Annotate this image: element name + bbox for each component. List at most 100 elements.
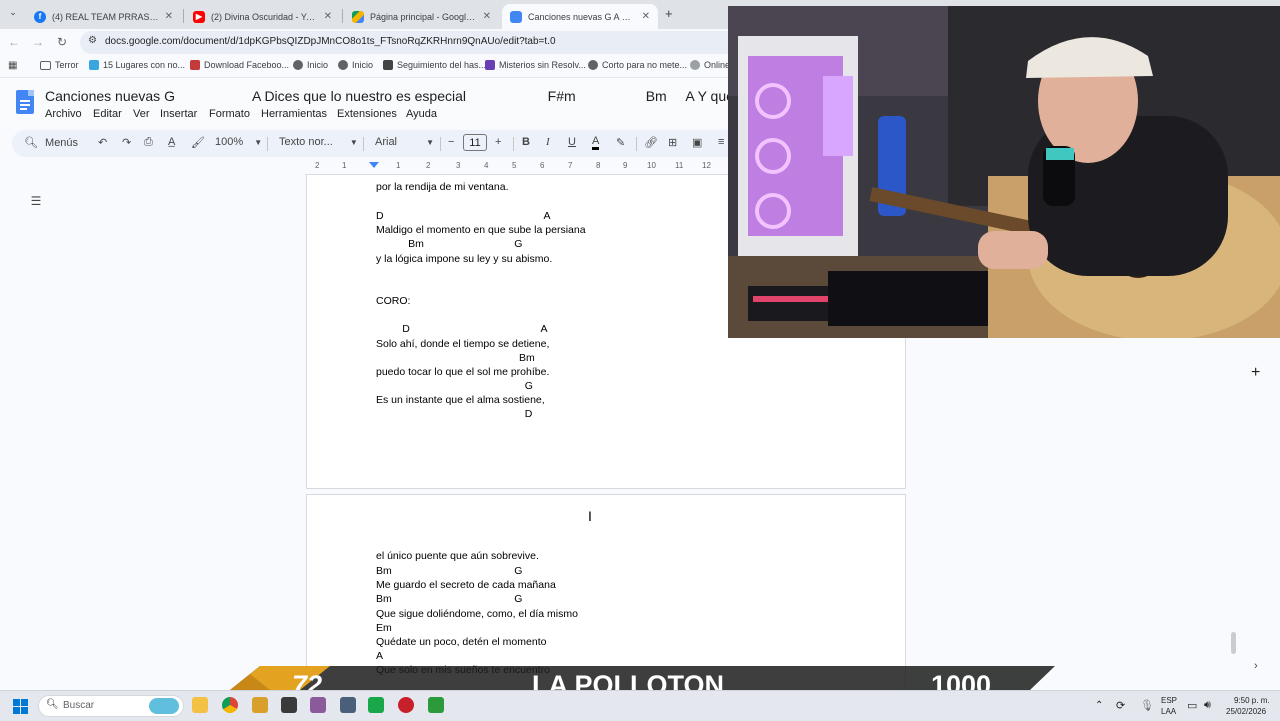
address-bar[interactable]: ⚙ docs.google.com/document/d/1dpKGPbsQIZ… <box>80 31 740 54</box>
calculator-icon[interactable] <box>340 697 356 713</box>
taskbar-search[interactable]: 🔍︎ Buscar <box>38 695 184 717</box>
lyric-line: el único puente que aún sobrevive. <box>376 550 539 562</box>
microphone-icon[interactable]: 🎙︎ <box>1140 699 1154 712</box>
chord-line: Em <box>376 622 392 634</box>
media-player-icon[interactable] <box>368 697 384 713</box>
close-tab-icon[interactable]: ✕ <box>324 11 332 22</box>
back-icon[interactable]: ← <box>6 34 22 50</box>
site-icon <box>383 60 393 70</box>
bookmark-item[interactable]: Inicio <box>293 60 328 70</box>
document-title[interactable]: Canciones nuevas G A Dices que lo nuestr… <box>45 88 768 104</box>
menu-ver[interactable]: Ver <box>133 108 150 120</box>
app-icon[interactable] <box>428 697 444 713</box>
file-explorer-icon[interactable] <box>192 697 208 713</box>
sync-icon[interactable]: ⟳ <box>1116 699 1125 712</box>
browser-tab[interactable]: Página principal - Google Drive ✕ <box>344 4 499 29</box>
lyric-line: Que sigue doliéndome, como, el día mismo <box>376 608 578 620</box>
decrease-font-size-icon[interactable]: − <box>448 136 454 148</box>
monitor-icon[interactable]: ▭ <box>1187 699 1197 712</box>
chord-line: D A <box>376 210 551 222</box>
undo-icon[interactable]: ↶ <box>98 136 107 149</box>
bookmark-item[interactable]: Download Faceboo... <box>190 60 289 70</box>
increase-font-size-icon[interactable]: + <box>495 136 501 148</box>
bookmark-item[interactable]: Seguimiento del has... <box>383 60 486 70</box>
site-info-icon[interactable]: ⚙ <box>88 35 97 46</box>
search-icon: 🔍︎ <box>24 137 38 149</box>
italic-button[interactable]: I <box>546 136 550 148</box>
google-docs-logo-icon[interactable] <box>16 90 34 114</box>
print-icon[interactable]: ⎙ <box>144 136 153 149</box>
close-tab-icon[interactable]: ✕ <box>165 11 173 22</box>
font-select[interactable]: Arial ▼ <box>375 136 434 148</box>
bookmark-item[interactable]: Inicio <box>338 60 373 70</box>
menu-ayuda[interactable]: Ayuda <box>406 108 437 120</box>
highlight-icon[interactable]: ✎ <box>616 136 625 149</box>
text-color-button[interactable]: A <box>592 136 600 150</box>
browser-tab-active[interactable]: Canciones nuevas G A Dices qu ✕ <box>502 4 658 29</box>
tab-search-button[interactable]: ⌄ <box>6 7 20 21</box>
app-icon[interactable] <box>310 697 326 713</box>
lyric-line: Maldigo el momento en que sube la persia… <box>376 224 586 236</box>
browser-tab[interactable]: f (4) REAL TEAM PRRASI | Facebo ✕ <box>26 4 181 29</box>
globe-icon <box>293 60 303 70</box>
clock-time[interactable]: 9:50 p. m. <box>1234 696 1270 705</box>
obs-icon[interactable] <box>398 697 414 713</box>
add-comment-icon[interactable]: ⊞ <box>668 136 677 149</box>
chord-line: Bm G <box>376 238 523 250</box>
tab-title: Canciones nuevas G A Dices qu <box>528 11 636 22</box>
lyric-line: y la lógica impone su ley y su abismo. <box>376 253 553 265</box>
url-text: docs.google.com/document/d/1dpKGPbsQIZDp… <box>105 36 556 47</box>
bold-button[interactable]: B <box>522 136 530 148</box>
close-tab-icon[interactable]: ✕ <box>483 11 491 22</box>
search-menus-button[interactable]: 🔍︎ Menús <box>24 136 78 149</box>
paint-format-icon[interactable]: 🖌︎ <box>191 136 205 149</box>
spellcheck-icon[interactable]: A̲ <box>168 136 175 148</box>
forward-icon[interactable]: → <box>30 34 46 50</box>
close-tab-icon[interactable]: ✕ <box>642 11 650 22</box>
language-bottom[interactable]: LAA <box>1161 707 1176 716</box>
bookmark-item[interactable]: Online <box>690 60 730 70</box>
chevron-right-icon[interactable]: › <box>1254 660 1258 672</box>
align-icon[interactable]: ≡ <box>718 136 724 148</box>
menu-archivo[interactable]: Archivo <box>45 108 82 120</box>
horizontal-ruler[interactable]: 2 1 1 2 3 4 5 6 7 8 9 10 11 12 <box>305 160 730 175</box>
indent-marker-icon[interactable] <box>369 162 379 168</box>
bookmark-item[interactable]: Misterios sin Resolv... <box>485 60 586 70</box>
apps-grid-icon[interactable]: ▦ <box>8 60 17 71</box>
chord-line: Bm G <box>376 593 523 605</box>
add-icon[interactable]: + <box>1251 364 1260 382</box>
style-select[interactable]: Texto nor... ▼ <box>279 136 358 148</box>
new-tab-button[interactable]: + <box>665 6 673 21</box>
app-icon[interactable] <box>281 697 297 713</box>
reload-icon[interactable]: ↻ <box>54 34 70 50</box>
link-icon[interactable]: 🔗︎ <box>644 136 658 149</box>
browser-tab[interactable]: ▶ (2) Divina Oscuridad - YouTube ✕ <box>185 4 340 29</box>
menu-extensiones[interactable]: Extensiones <box>337 108 397 120</box>
clock-date[interactable]: 25/02/2026 <box>1226 707 1266 716</box>
chrome-icon[interactable] <box>222 697 238 713</box>
bookmark-item[interactable]: Terror <box>40 60 79 70</box>
document-outline-icon[interactable]: ☰ <box>24 189 48 213</box>
menu-insertar[interactable]: Insertar <box>160 108 197 120</box>
scrollbar-thumb[interactable] <box>1231 632 1236 654</box>
app-icon[interactable] <box>252 697 268 713</box>
insert-image-icon[interactable]: ▣ <box>692 136 702 149</box>
volume-icon[interactable]: 🔊︎ <box>1204 699 1211 712</box>
language-top[interactable]: ESP <box>1161 696 1177 705</box>
bookmark-item[interactable]: Corto para no mete... <box>588 60 687 70</box>
windows-taskbar: 🔍︎ Buscar ⌃ ⟳ 🎙︎ ESP LAA ▭ 🔊︎ 9:50 p. m.… <box>0 690 1280 721</box>
redo-icon[interactable]: ↷ <box>122 136 131 149</box>
underline-button[interactable]: U <box>568 136 576 148</box>
windows-start-icon[interactable] <box>13 699 28 714</box>
zoom-select[interactable]: 100% ▼ <box>215 136 262 148</box>
chevron-up-icon[interactable]: ⌃ <box>1095 700 1103 711</box>
section-heading: CORO: <box>376 295 411 307</box>
bookmark-item[interactable]: 15 Lugares con no... <box>89 60 185 70</box>
font-size-input[interactable]: 11 <box>463 134 487 151</box>
menu-editar[interactable]: Editar <box>93 108 122 120</box>
site-icon <box>190 60 200 70</box>
lyric-line: Me guardo el secreto de cada mañana <box>376 579 556 591</box>
menu-formato[interactable]: Formato <box>209 108 250 120</box>
menu-herramientas[interactable]: Herramientas <box>261 108 327 120</box>
document-page[interactable]: el único puente que aún sobrevive. Bm G … <box>306 494 906 690</box>
